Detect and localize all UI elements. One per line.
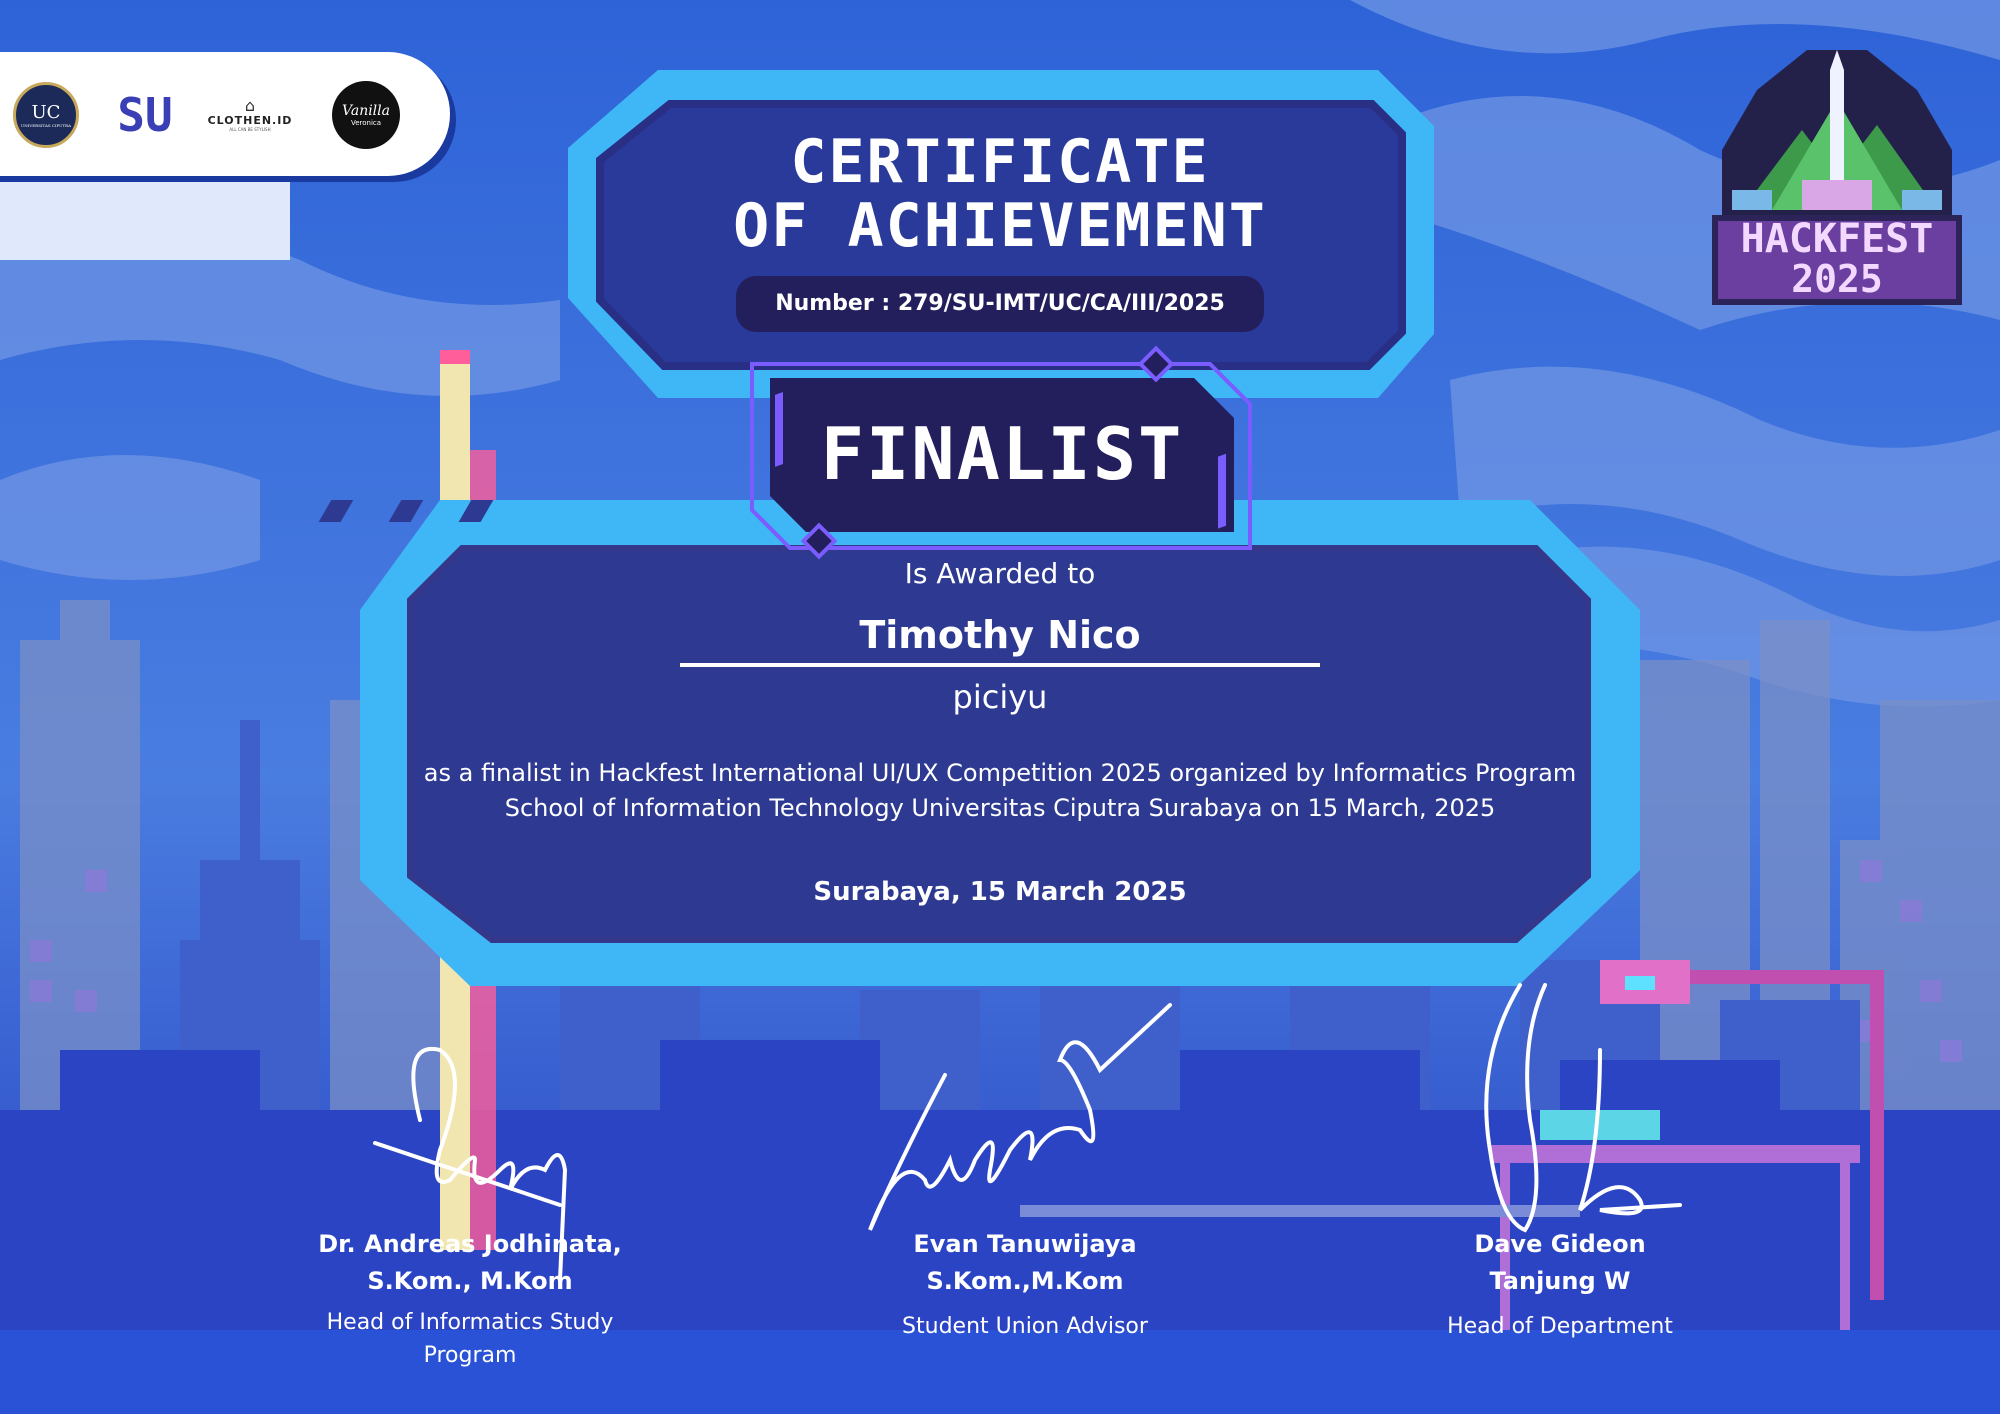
pixel-cloud [0, 170, 290, 260]
hackfest-wordmark: HACKFEST [1740, 216, 1934, 262]
hackfest-logo: HACKFEST 2025 [1712, 30, 1962, 305]
hackfest-year: 2025 [1791, 257, 1883, 301]
signatory-name: Dave Gideon Tanjung W [1474, 1230, 1646, 1295]
award-description: as a finalist in Hackfest International … [423, 759, 1577, 822]
awarded-to-label: Is Awarded to [904, 557, 1096, 590]
title-line-1: CERTIFICATE [790, 127, 1210, 197]
hanger-icon: ⌂ [244, 96, 256, 115]
signatory-1: Dr. Andreas Jodhinata, S.Kom., M.Kom Hea… [300, 1226, 640, 1372]
signatory-name: Evan Tanuwijaya S.Kom.,M.Kom [913, 1230, 1137, 1295]
name-underline [680, 663, 1320, 667]
award-title: FINALIST [820, 412, 1184, 496]
vanilla-logo: Vanilla Veronica [330, 81, 402, 149]
signatory-name: Dr. Andreas Jodhinata, S.Kom., M.Kom [318, 1230, 622, 1295]
title-line-2: OF ACHIEVEMENT [733, 191, 1267, 261]
recipient-name: Timothy Nico [859, 613, 1141, 657]
clothen-logo: ⌂ CLOTHEN.ID ALL CAN BE STYLISH [207, 96, 293, 133]
signatory-role: Head of Informatics Study Program [326, 1310, 614, 1368]
signatory-2: Evan Tanuwijaya S.Kom.,M.Kom Student Uni… [880, 1226, 1170, 1343]
team-name: piciyu [952, 678, 1048, 716]
signatory-role: Student Union Advisor [902, 1314, 1148, 1339]
sponsor-logo-bar: UC UNIVERSITAS CIPUTRA SU ⌂ CLOTHEN.ID A… [0, 52, 450, 176]
signatory-3: Dave Gideon Tanjung W Head of Department [1430, 1226, 1690, 1343]
certificate-title: CERTIFICATE OF ACHIEVEMENT [600, 130, 1400, 258]
signatory-role: Head of Department [1447, 1314, 1673, 1339]
certificate-number: Number : 279/SU-IMT/UC/CA/III/2025 [736, 276, 1264, 332]
su-logo: SU [117, 88, 173, 142]
uc-logo: UC UNIVERSITAS CIPUTRA [10, 82, 82, 148]
place-and-date: Surabaya, 15 March 2025 [813, 877, 1187, 907]
